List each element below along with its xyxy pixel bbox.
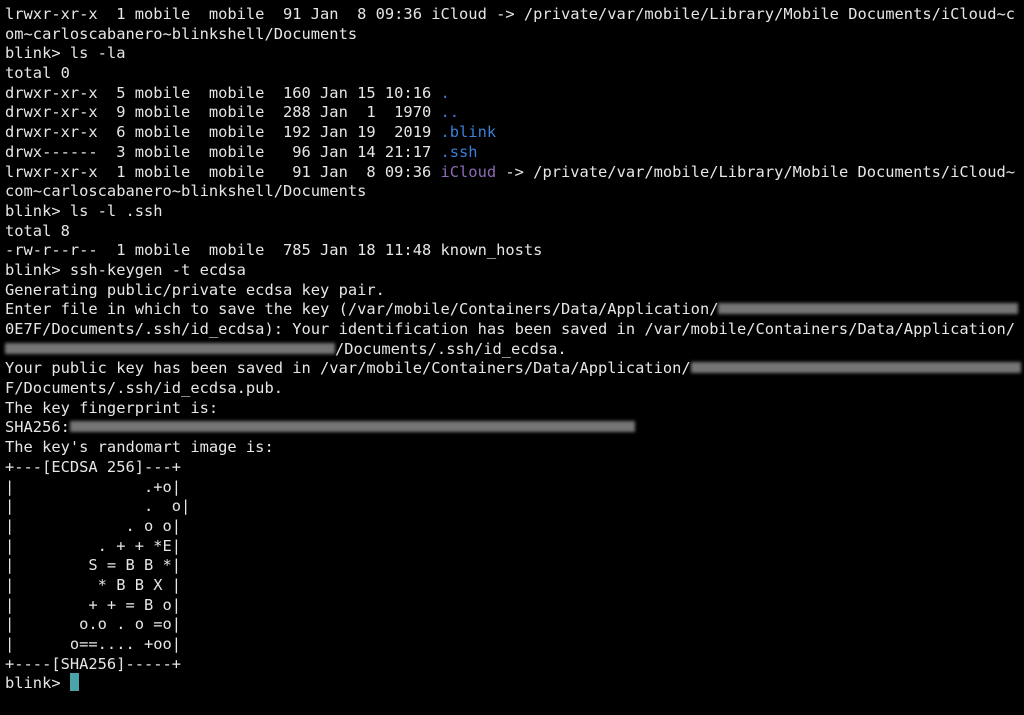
randomart-line: | .+o| [5, 477, 182, 496]
symlink-name: iCloud [440, 162, 497, 181]
redacted-region [69, 421, 635, 433]
directory-listing-row: drwxr-xr-x 6 mobile mobile 192 Jan 19 20… [5, 123, 1024, 143]
public-key-message: Your public key has been saved in /var/m… [5, 359, 691, 378]
terminal-line: The key fingerprint is: [5, 398, 219, 417]
private-key-path: /Documents/.ssh/id_ecdsa. [335, 339, 567, 358]
randomart-line: | * B B X | [5, 575, 182, 594]
randomart-line: +---[ECDSA 256]---+ [5, 457, 182, 476]
directory-listing-row: drwx------ 3 mobile mobile 96 Jan 14 21:… [5, 143, 1024, 163]
redacted-region [690, 362, 1021, 374]
randomart-line: | + + = B o| [5, 595, 182, 614]
command-line: blink> ls -l .ssh [5, 201, 163, 220]
fingerprint-label: SHA256: [5, 418, 70, 437]
command-line: blink> ssh-keygen -t ecdsa [5, 260, 246, 279]
listing-meta: drwxr-xr-x 9 mobile mobile 288 Jan 1 197… [5, 103, 441, 122]
randomart-line: | . o o| [5, 516, 182, 535]
randomart-line: | . o| [5, 497, 191, 516]
directory-listing-row: drwxr-xr-x 5 mobile mobile 160 Jan 15 10… [5, 84, 1024, 104]
redacted-region [5, 342, 335, 354]
randomart-line: | . + + *E| [5, 536, 182, 555]
directory-name: .. [440, 103, 460, 122]
randomart-line: | o.o . o =o| [5, 615, 182, 634]
symlink-target: -> /private/var/mobile/Library/Mobile Do… [496, 162, 1016, 181]
save-key-prompt: Enter file in which to save the key (/va… [5, 300, 719, 319]
terminal-line: 0E7F/Documents/.ssh/id_ecdsa): Your iden… [5, 320, 1015, 338]
terminal-line: com~carloscabanero~blinkshell/Documents [5, 182, 367, 201]
text-cursor[interactable] [69, 673, 79, 692]
randomart-line: +----[SHA256]-----+ [5, 654, 182, 673]
terminal-line: The key's randomart image is: [5, 438, 274, 457]
shell-prompt: blink> [5, 674, 70, 693]
redacted-region [718, 303, 1019, 315]
terminal-line: om~carloscabanero~blinkshell/Documents [5, 24, 358, 43]
randomart-line: | o==.... +oo| [5, 635, 182, 653]
directory-name: .ssh [440, 142, 478, 161]
listing-meta: lrwxr-xr-x 1 mobile mobile 91 Jan 8 09:3… [5, 162, 441, 181]
terminal-output[interactable]: lrwxr-xr-x 1 mobile mobile 91 Jan 8 09:3… [5, 5, 1024, 694]
listing-meta: drwxr-xr-x 6 mobile mobile 192 Jan 19 20… [5, 123, 441, 142]
listing-meta: drwx------ 3 mobile mobile 96 Jan 14 21:… [5, 142, 441, 161]
directory-listing-row: drwxr-xr-x 9 mobile mobile 288 Jan 1 197… [5, 103, 1024, 123]
command-line: blink> ls -la [5, 44, 126, 63]
directory-name: .blink [440, 123, 497, 142]
terminal-line: /Documents/.ssh/id_ecdsa. [5, 340, 1024, 360]
directory-listing-row: lrwxr-xr-x 1 mobile mobile 91 Jan 8 09:3… [5, 163, 1024, 183]
terminal-line: total 0 [5, 64, 70, 83]
directory-name: . [440, 83, 450, 102]
listing-meta: drwxr-xr-x 5 mobile mobile 160 Jan 15 10… [5, 83, 441, 102]
terminal-line: Generating public/private ecdsa key pair… [5, 280, 385, 299]
terminal-line: F/Documents/.ssh/id_ecdsa.pub. [5, 379, 283, 398]
prompt-line[interactable]: blink> [5, 673, 1024, 694]
terminal-line: lrwxr-xr-x 1 mobile mobile 91 Jan 8 09:3… [5, 5, 1015, 23]
terminal-line: total 8 [5, 221, 70, 240]
terminal-line: Enter file in which to save the key (/va… [5, 300, 1024, 320]
randomart-line: | S = B B *| [5, 556, 182, 575]
terminal-line: SHA256: [5, 418, 1024, 438]
terminal-line: Your public key has been saved in /var/m… [5, 359, 1024, 379]
terminal-line: -rw-r--r-- 1 mobile mobile 785 Jan 18 11… [5, 241, 543, 260]
